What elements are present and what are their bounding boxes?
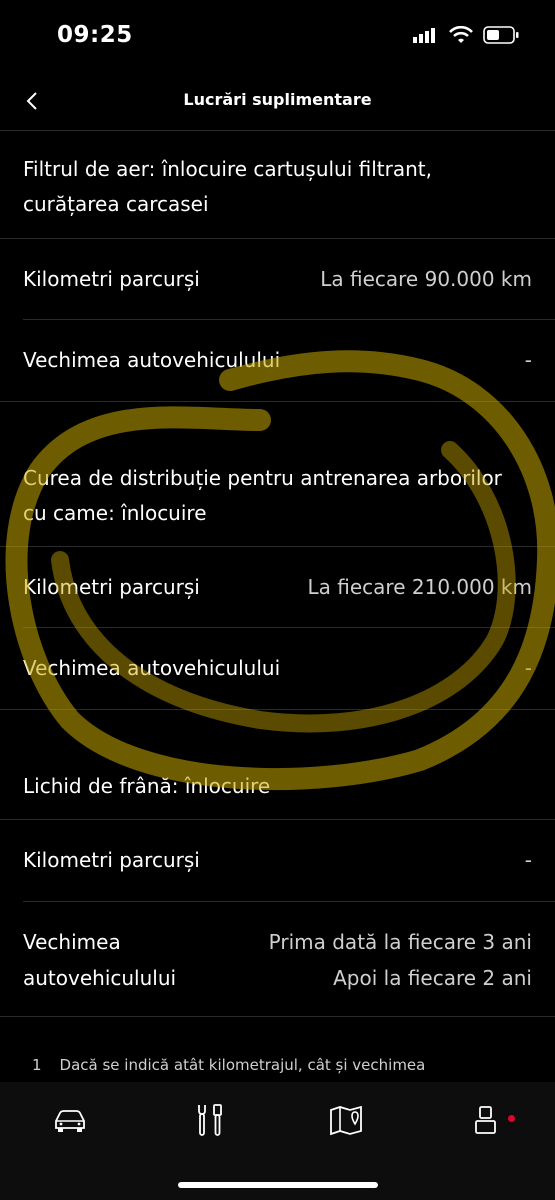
home-indicator[interactable] <box>178 1182 378 1188</box>
table-row: Vechimea autovehiculului - <box>0 628 555 710</box>
section-title-line: Curea de distribuție pentru antrenarea a… <box>23 466 502 490</box>
row-label: Kilometri parcurși <box>23 267 200 291</box>
tab-map[interactable] <box>326 1100 366 1140</box>
table-row: Kilometri parcurși La fiecare 210.000 km <box>23 547 555 628</box>
row-value: Prima dată la fiecare 3 ani Apoi la fiec… <box>269 924 532 996</box>
status-icons <box>413 26 519 44</box>
map-icon <box>330 1105 362 1136</box>
row-label: Vechimea autovehiculului <box>23 348 281 372</box>
row-label: Vechimea autovehiculului <box>23 924 176 996</box>
section-title-brake-fluid: Lichid de frână: înlocuire <box>0 710 555 820</box>
row-value-line: Apoi la fiecare 2 ani <box>333 966 532 990</box>
car-icon <box>55 1110 85 1132</box>
table-row: Vechimea autovehiculului Prima dată la f… <box>0 902 555 1017</box>
tab-vehicle[interactable] <box>50 1100 90 1140</box>
wifi-icon <box>449 26 473 43</box>
maintenance-list: Filtrul de aer: înlocuire cartușului fil… <box>0 131 555 1017</box>
tab-profile[interactable] <box>466 1100 515 1140</box>
table-row: Kilometri parcurși - <box>23 820 555 902</box>
section-title-line: Filtrul de aer: înlocuire cartușului fil… <box>23 157 432 181</box>
service-tools-icon <box>198 1104 222 1136</box>
section-title-line: Lichid de frână: înlocuire <box>23 774 271 798</box>
footnote-number: 1 <box>32 1056 42 1074</box>
row-label: Vechimea autovehiculului <box>23 656 281 680</box>
battery-icon <box>483 26 519 44</box>
tab-service[interactable] <box>190 1100 230 1140</box>
row-label: Kilometri parcurși <box>23 848 200 872</box>
row-value: La fiecare 210.000 km <box>307 575 532 599</box>
notification-badge <box>508 1115 515 1122</box>
row-value: - <box>524 656 532 680</box>
section-title-line: cu came: înlocuire <box>23 501 207 525</box>
nav-header: Lucrări suplimentare <box>0 72 555 131</box>
status-time: 09:25 <box>57 22 133 48</box>
cellular-signal-icon <box>413 28 435 43</box>
row-label-line: autovehiculului <box>23 966 177 990</box>
row-value: - <box>524 348 532 372</box>
footnote: 1 Dacă se indică atât kilometrajul, cât ș… <box>32 1056 425 1074</box>
profile-icon <box>475 1106 496 1134</box>
row-value-line: Prima dată la fiecare 3 ani <box>268 930 532 954</box>
row-value: La fiecare 90.000 km <box>320 267 532 291</box>
status-bar: 09:25 <box>0 0 555 72</box>
row-value: - <box>524 848 532 872</box>
section-title-timing-belt: Curea de distribuție pentru antrenarea a… <box>0 402 555 547</box>
table-row: Kilometri parcurși La fiecare 90.000 km <box>23 239 555 320</box>
page-title: Lucrări suplimentare <box>183 90 372 109</box>
footnote-text: Dacă se indică atât kilometrajul, cât și… <box>59 1056 426 1074</box>
section-title-line: curățarea carcasei <box>23 192 209 216</box>
section-title-air-filter: Filtrul de aer: înlocuire cartușului fil… <box>0 131 555 239</box>
row-label-line: Vechimea <box>23 930 121 954</box>
row-label: Kilometri parcurși <box>23 575 200 599</box>
table-row: Vechimea autovehiculului - <box>0 320 555 402</box>
